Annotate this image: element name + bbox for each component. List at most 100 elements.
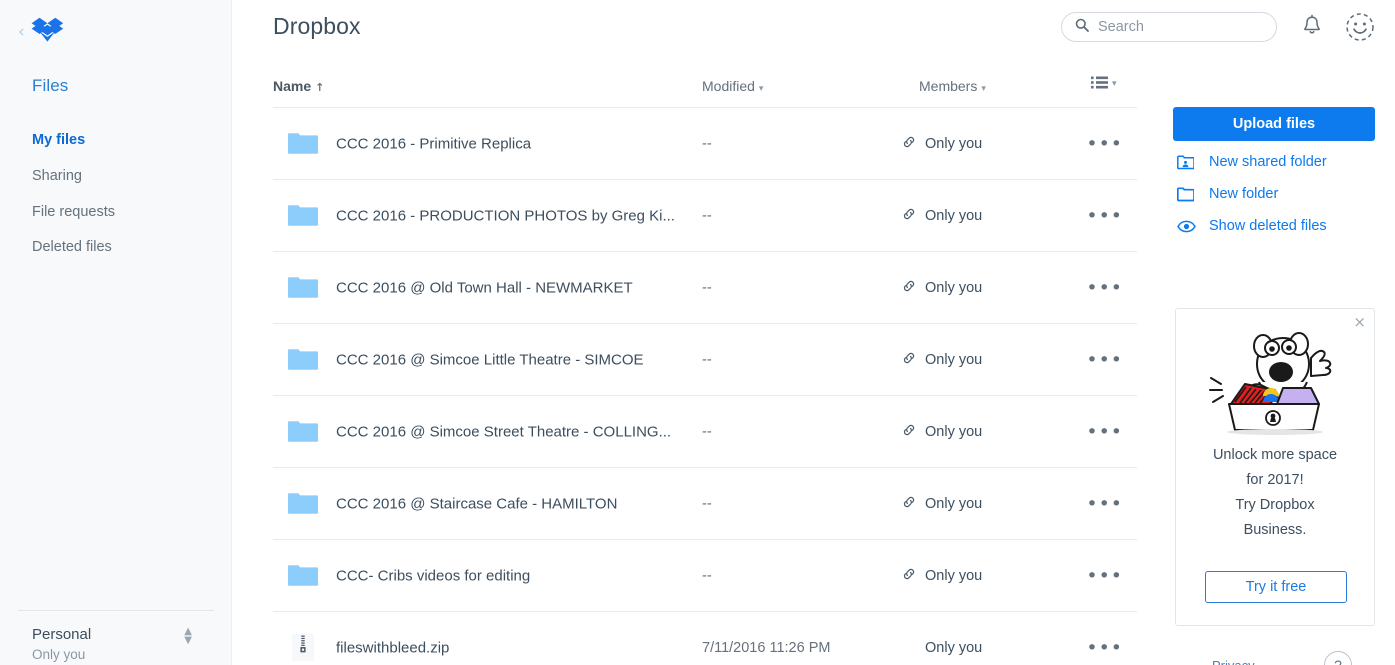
folder-icon (285, 273, 321, 303)
file-modified: -- (702, 351, 712, 368)
sidebar-item-files[interactable]: Files (0, 50, 231, 96)
file-name: CCC 2016 @ Simcoe Street Theatre - COLLI… (336, 423, 672, 440)
members-label: Only you (925, 567, 983, 584)
file-list: CCC 2016 - Primitive Replica -- Only you… (273, 108, 1137, 665)
new-shared-folder-button[interactable]: New shared folder (1177, 154, 1327, 170)
shared-link-icon (902, 423, 916, 441)
chevron-down-icon: ▾ (981, 84, 986, 94)
table-row[interactable]: CCC 2016 - Primitive Replica -- Only you… (273, 108, 1137, 180)
account-switcher-stepper-icon[interactable]: ▲ ▼ (184, 627, 192, 646)
promo-text: Unlock more space for 2017! Try Dropbox … (1176, 437, 1374, 543)
folder-icon (285, 129, 321, 159)
folder-icon (285, 201, 321, 231)
row-overflow-menu-icon[interactable]: ••• (1086, 638, 1123, 657)
file-members: Only you (902, 135, 982, 153)
chevron-down-icon: ▾ (758, 84, 764, 94)
file-modified: -- (702, 567, 712, 584)
help-button[interactable]: ? (1324, 651, 1352, 665)
row-overflow-menu-icon[interactable]: ••• (1086, 350, 1123, 369)
sidebar-item-file-requests[interactable]: File requests (0, 195, 231, 231)
table-row[interactable]: fileswithbleed.zip 7/11/2016 11:26 PM On… (273, 612, 1137, 665)
file-name: CCC 2016 @ Staircase Cafe - HAMILTON (336, 495, 618, 512)
shared-folder-icon (1177, 155, 1199, 170)
promo-line-4: Business. (1243, 522, 1307, 538)
row-overflow-menu-icon[interactable]: ••• (1086, 134, 1123, 153)
sidebar-footer: Personal Only you ▲ ▼ (0, 610, 232, 665)
members-label: Only you (925, 351, 983, 368)
members-label: Only you (925, 639, 983, 656)
dropbox-logo[interactable] (31, 17, 65, 47)
main-content: Dropbox Search Name ↑ Modified ▾ Members… (232, 0, 1395, 665)
promo-card: × Unlock more space for 2017! Try Dropbo… (1175, 308, 1375, 626)
file-members: Only you (902, 279, 982, 297)
folder-icon (285, 417, 321, 447)
file-modified: 7/11/2016 11:26 PM (702, 639, 831, 656)
shared-link-icon (902, 207, 916, 225)
file-members: Only you (902, 639, 982, 657)
shared-link-icon (902, 495, 916, 513)
shared-link-icon (902, 135, 916, 153)
view-mode-toggle[interactable]: ▾ (1091, 76, 1117, 92)
column-header-name[interactable]: Name ↑ (273, 78, 324, 94)
file-members: Only you (902, 495, 982, 513)
file-members: Only you (902, 207, 982, 225)
sidebar-item-deleted-files[interactable]: Deleted files (0, 230, 231, 266)
chevron-left-icon[interactable]: ‹ (18, 23, 25, 41)
file-modified: -- (702, 279, 712, 296)
list-view-icon (1091, 76, 1108, 92)
file-modified: -- (702, 135, 712, 152)
chevron-down-icon: ▾ (1112, 79, 1117, 89)
sidebar-item-sharing[interactable]: Sharing (0, 159, 231, 195)
column-header-members[interactable]: Members ▾ (919, 78, 986, 94)
members-label: Only you (925, 207, 983, 224)
close-icon[interactable]: × (1353, 315, 1366, 330)
table-row[interactable]: CCC 2016 @ Simcoe Street Theatre - COLLI… (273, 396, 1137, 468)
file-modified: -- (702, 495, 712, 512)
file-members: Only you (902, 567, 982, 585)
table-row[interactable]: CCC- Cribs videos for editing -- Only yo… (273, 540, 1137, 612)
promo-line-3: Try Dropbox (1235, 497, 1315, 513)
dropbox-dog-treasure-chest-illustration (1176, 309, 1376, 437)
sidebar-item-my-files[interactable]: My files (0, 123, 231, 159)
folder-icon (285, 561, 321, 591)
page-title: Dropbox (273, 13, 361, 39)
file-members: Only you (902, 351, 982, 369)
row-overflow-menu-icon[interactable]: ••• (1086, 566, 1123, 585)
folder-icon (285, 345, 321, 375)
privacy-link[interactable]: Privacy (1212, 658, 1255, 665)
file-name: CCC 2016 - PRODUCTION PHOTOS by Greg Ki.… (336, 207, 675, 224)
try-it-free-button[interactable]: Try it free (1205, 571, 1347, 603)
file-name: CCC 2016 - Primitive Replica (336, 135, 532, 152)
row-overflow-menu-icon[interactable]: ••• (1086, 278, 1123, 297)
row-overflow-menu-icon[interactable]: ••• (1086, 422, 1123, 441)
table-row[interactable]: CCC 2016 @ Old Town Hall - NEWMARKET -- … (273, 252, 1137, 324)
sort-ascending-icon: ↑ (315, 81, 325, 94)
right-rail: Upload files New shared folder New folde… (1173, 0, 1375, 665)
file-name: fileswithbleed.zip (336, 639, 450, 656)
new-shared-folder-label: New shared folder (1209, 154, 1327, 170)
members-label: Only you (925, 279, 983, 296)
folder-outline-icon (1177, 186, 1199, 202)
file-modified: -- (702, 423, 712, 440)
row-overflow-menu-icon[interactable]: ••• (1086, 494, 1123, 513)
column-header-modified[interactable]: Modified ▾ (702, 78, 763, 94)
members-label: Only you (925, 135, 983, 152)
shared-link-icon (902, 567, 916, 585)
row-overflow-menu-icon[interactable]: ••• (1086, 206, 1123, 225)
account-switcher[interactable]: Personal Only you ▲ ▼ (18, 625, 214, 665)
sidebar-header: ‹ (0, 0, 231, 50)
promo-line-1: Unlock more space (1212, 447, 1338, 463)
members-label: Only you (925, 495, 983, 512)
show-deleted-files-button[interactable]: Show deleted files (1177, 218, 1327, 234)
search-icon (1075, 18, 1089, 37)
table-row[interactable]: CCC 2016 @ Staircase Cafe - HAMILTON -- … (273, 468, 1137, 540)
file-name: CCC 2016 @ Simcoe Little Theatre - SIMCO… (336, 351, 644, 368)
upload-files-button[interactable]: Upload files (1173, 107, 1375, 141)
new-folder-button[interactable]: New folder (1177, 186, 1278, 202)
zip-file-icon (285, 633, 321, 663)
sidebar-divider (18, 610, 214, 611)
table-row[interactable]: CCC 2016 @ Simcoe Little Theatre - SIMCO… (273, 324, 1137, 396)
folder-icon (285, 489, 321, 519)
table-row[interactable]: CCC 2016 - PRODUCTION PHOTOS by Greg Ki.… (273, 180, 1137, 252)
shared-link-icon (902, 279, 916, 297)
